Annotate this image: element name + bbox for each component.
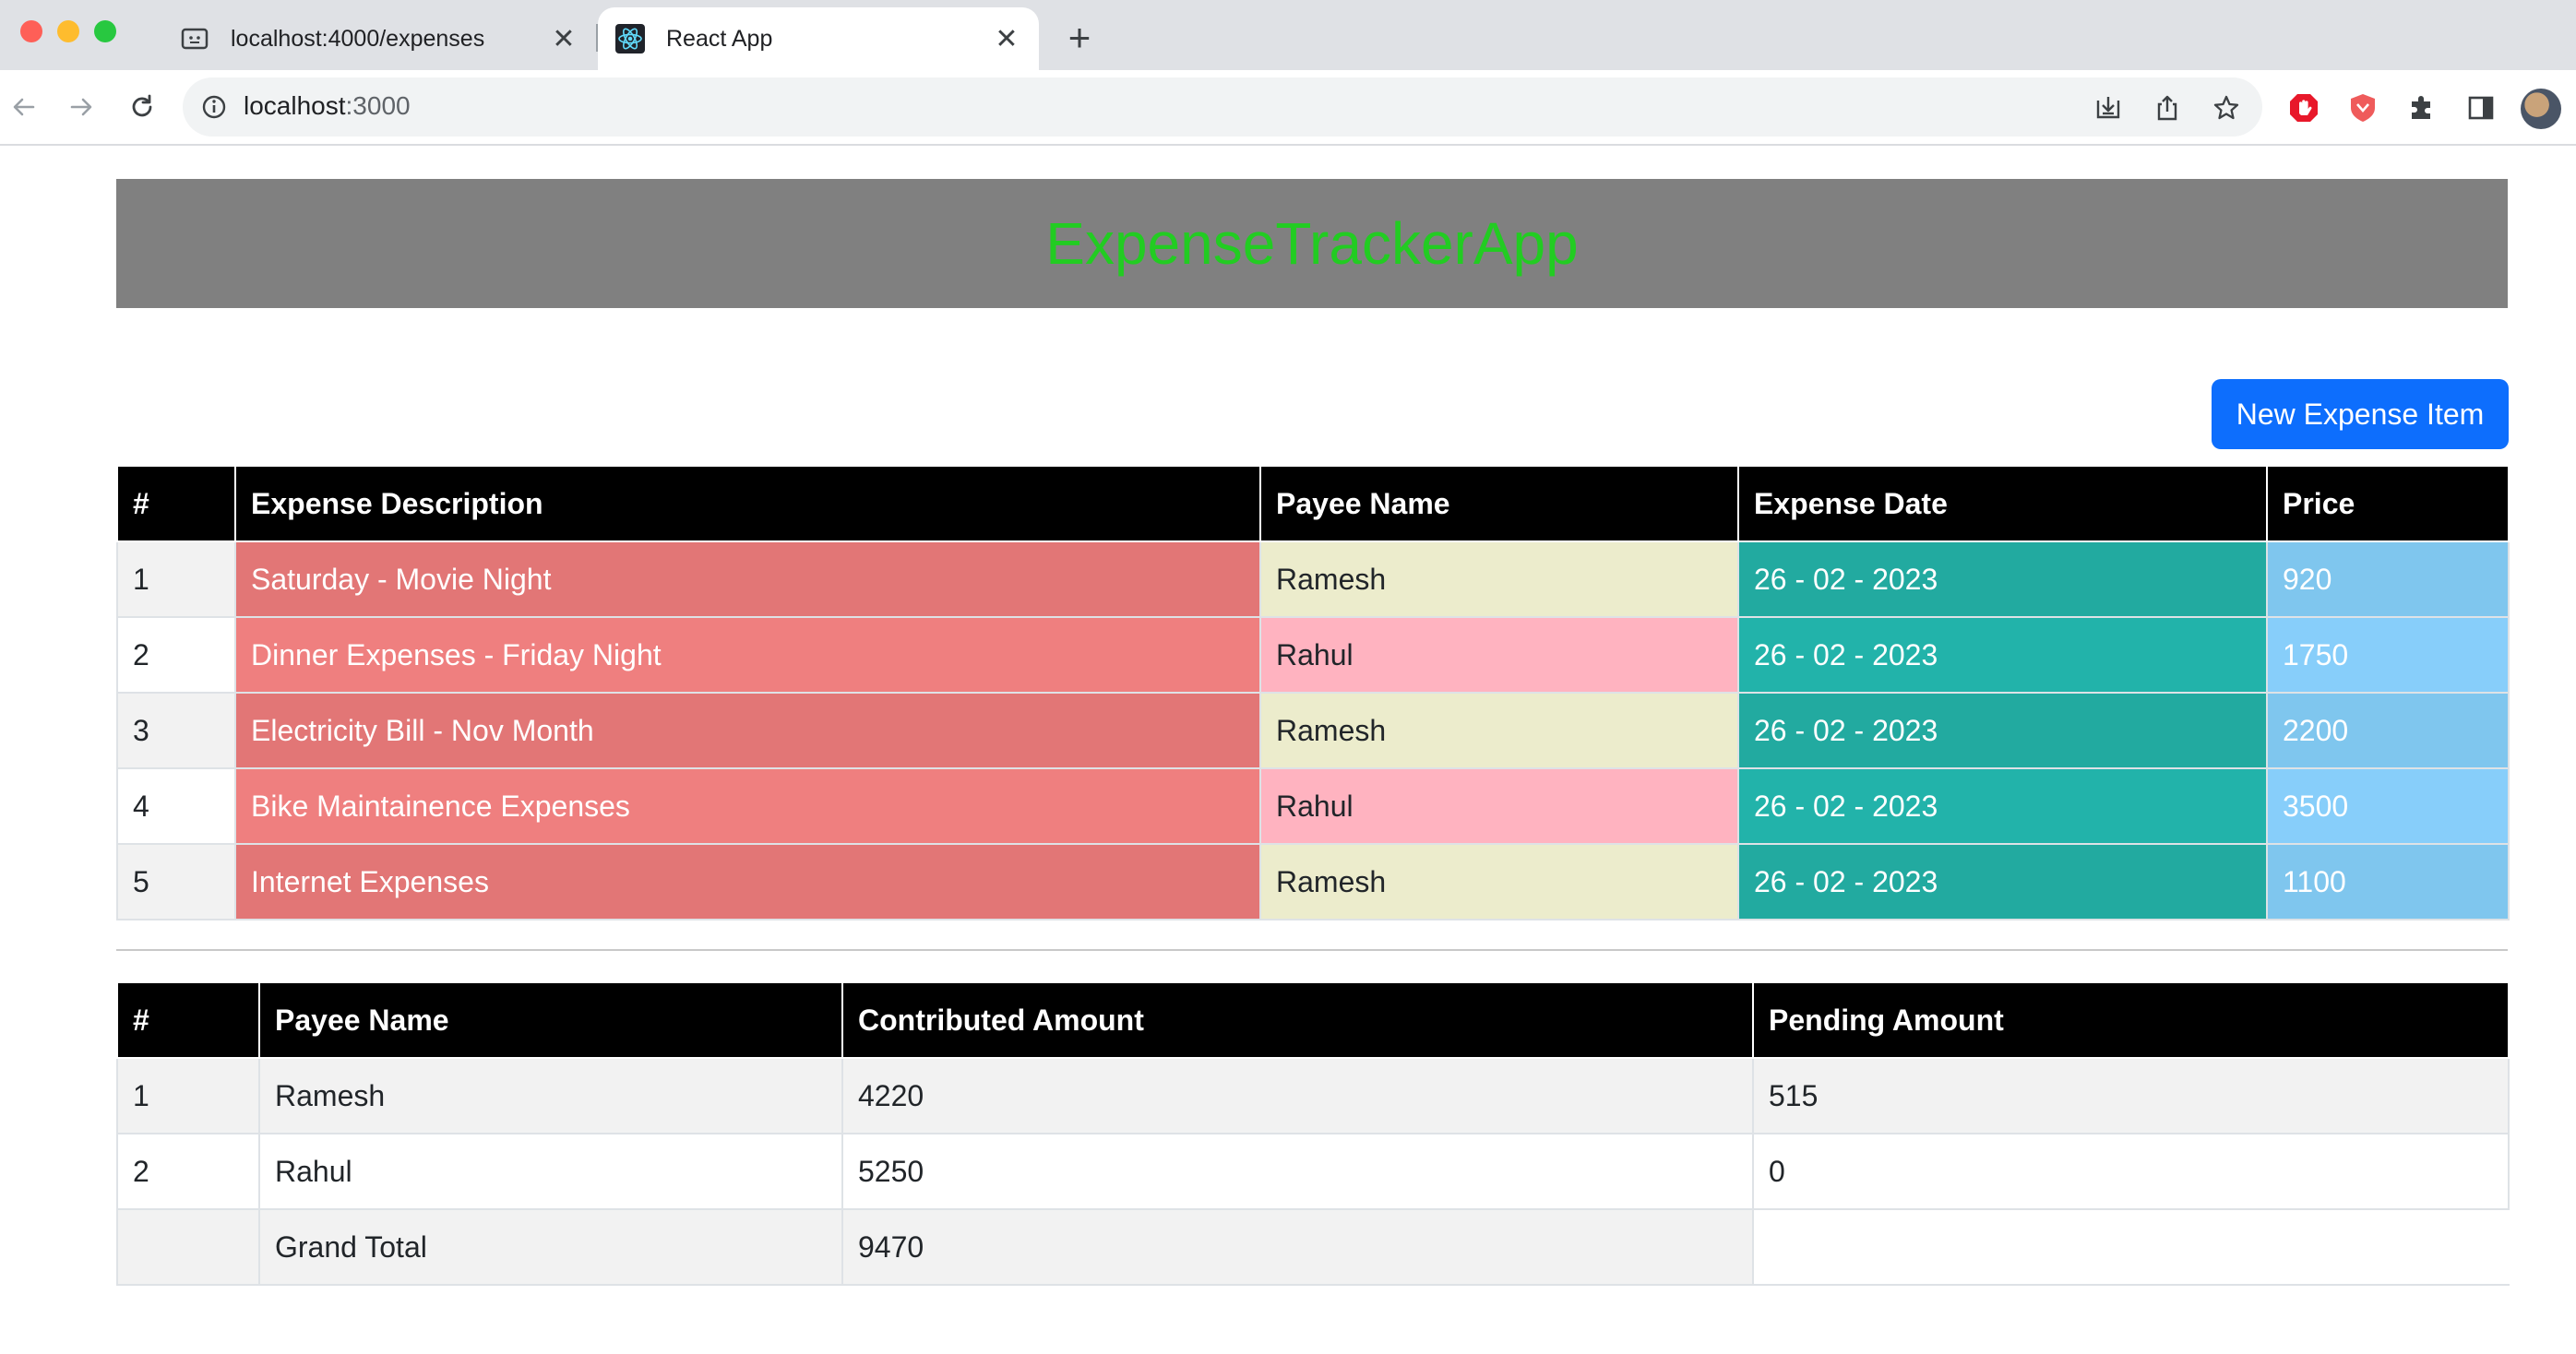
column-header-pending: Pending Amount (1752, 981, 2510, 1059)
json-doc-icon (179, 23, 210, 54)
expense-number: 2 (116, 616, 236, 694)
expense-price: 1750 (2266, 616, 2510, 694)
profile-avatar[interactable] (2521, 89, 2561, 129)
share-icon[interactable] (2152, 92, 2183, 124)
tab-title: React App (666, 25, 773, 52)
expense-payee: Rahul (1259, 767, 1739, 845)
bookmark-star-icon[interactable] (2211, 92, 2242, 124)
summary-row: 2 Rahul 5250 0 (116, 1133, 2510, 1210)
expenses-table: # Expense Description Payee Name Expense… (116, 465, 2510, 920)
summary-contributed: 5250 (841, 1133, 1754, 1210)
column-header-number: # (116, 465, 236, 542)
expenses-header-row: # Expense Description Payee Name Expense… (116, 465, 2510, 542)
expense-date: 26 - 02 - 2023 (1737, 540, 2268, 618)
side-panel-icon[interactable] (2463, 90, 2498, 125)
expense-date: 26 - 02 - 2023 (1737, 767, 2268, 845)
column-header-payee: Payee Name (258, 981, 843, 1059)
expense-row: 4 Bike Maintainence Expenses Rahul 26 - … (116, 767, 2510, 845)
grand-total-row: Grand Total 9470 (116, 1208, 2510, 1286)
expense-row: 5 Internet Expenses Ramesh 26 - 02 - 202… (116, 843, 2510, 920)
grand-total-empty (1752, 1208, 2510, 1286)
expense-row: 2 Dinner Expenses - Friday Night Rahul 2… (116, 616, 2510, 694)
react-icon (614, 23, 646, 54)
expense-row: 3 Electricity Bill - Nov Month Ramesh 26… (116, 692, 2510, 769)
extensions-puzzle-icon[interactable] (2404, 90, 2439, 125)
close-tab-icon[interactable]: ✕ (548, 23, 579, 55)
expense-row: 1 Saturday - Movie Night Ramesh 26 - 02 … (116, 540, 2510, 618)
expense-number: 4 (116, 767, 236, 845)
column-header-contributed: Contributed Amount (841, 981, 1754, 1059)
column-header-date: Expense Date (1737, 465, 2268, 542)
expense-payee: Ramesh (1259, 843, 1739, 920)
expense-description: Bike Maintainence Expenses (234, 767, 1261, 845)
site-info-icon[interactable] (199, 92, 229, 122)
expense-number: 3 (116, 692, 236, 769)
expense-description: Dinner Expenses - Friday Night (234, 616, 1261, 694)
summary-number: 1 (116, 1057, 260, 1134)
expense-payee: Rahul (1259, 616, 1739, 694)
tab-title: localhost:4000/expenses (231, 25, 485, 52)
grand-total-number (116, 1208, 260, 1286)
window-minimize-button[interactable] (57, 20, 79, 42)
browser-toolbar: localhost:3000 (0, 70, 2576, 146)
column-header-number: # (116, 981, 260, 1059)
shield-extension-icon[interactable] (2345, 90, 2380, 125)
browser-tab-react-app[interactable]: React App ✕ (598, 7, 1039, 70)
expense-date: 26 - 02 - 2023 (1737, 843, 2268, 920)
summary-payee: Ramesh (258, 1057, 843, 1134)
install-app-icon[interactable] (2093, 92, 2124, 124)
back-icon[interactable] (4, 87, 44, 127)
summary-row: 1 Ramesh 4220 515 (116, 1057, 2510, 1134)
expense-payee: Ramesh (1259, 692, 1739, 769)
payee-summary-table: # Payee Name Contributed Amount Pending … (116, 981, 2510, 1286)
summary-header-row: # Payee Name Contributed Amount Pending … (116, 981, 2510, 1059)
browser-tab-strip: localhost:4000/expenses ✕ React App ✕ + (0, 0, 2576, 70)
expense-description: Internet Expenses (234, 843, 1261, 920)
forward-icon[interactable] (61, 87, 101, 127)
app-title: ExpenseTrackerApp (1045, 210, 1579, 277)
column-header-price: Price (2266, 465, 2510, 542)
expense-description: Electricity Bill - Nov Month (234, 692, 1261, 769)
close-tab-icon[interactable]: ✕ (991, 23, 1022, 55)
url-port: :3000 (345, 91, 411, 120)
reload-icon[interactable] (122, 87, 162, 127)
new-tab-button[interactable]: + (1061, 15, 1098, 61)
grand-total-amount: 9470 (841, 1208, 1754, 1286)
expense-date: 26 - 02 - 2023 (1737, 616, 2268, 694)
expense-price: 2200 (2266, 692, 2510, 769)
expense-number: 1 (116, 540, 236, 618)
summary-contributed: 4220 (841, 1057, 1754, 1134)
expense-description: Saturday - Movie Night (234, 540, 1261, 618)
url-text[interactable]: localhost:3000 (244, 91, 411, 121)
window-close-button[interactable] (20, 20, 42, 42)
url-host: localhost (244, 91, 346, 120)
expense-price: 3500 (2266, 767, 2510, 845)
expense-payee: Ramesh (1259, 540, 1739, 618)
grand-total-label: Grand Total (258, 1208, 843, 1286)
expense-price: 1100 (2266, 843, 2510, 920)
summary-payee: Rahul (258, 1133, 843, 1210)
window-zoom-button[interactable] (94, 20, 116, 42)
app-header: ExpenseTrackerApp (116, 179, 2508, 308)
summary-number: 2 (116, 1133, 260, 1210)
summary-pending: 515 (1752, 1057, 2510, 1134)
section-divider (116, 949, 2508, 951)
adblock-extension-icon[interactable] (2286, 90, 2321, 125)
browser-tab-expenses-json[interactable]: localhost:4000/expenses ✕ (162, 7, 596, 70)
expense-date: 26 - 02 - 2023 (1737, 692, 2268, 769)
new-expense-item-button[interactable]: New Expense Item (2212, 379, 2509, 449)
expense-number: 5 (116, 843, 236, 920)
column-header-description: Expense Description (234, 465, 1261, 542)
column-header-payee: Payee Name (1259, 465, 1739, 542)
expense-price: 920 (2266, 540, 2510, 618)
address-bar[interactable]: localhost:3000 (183, 77, 2262, 137)
summary-pending: 0 (1752, 1133, 2510, 1210)
